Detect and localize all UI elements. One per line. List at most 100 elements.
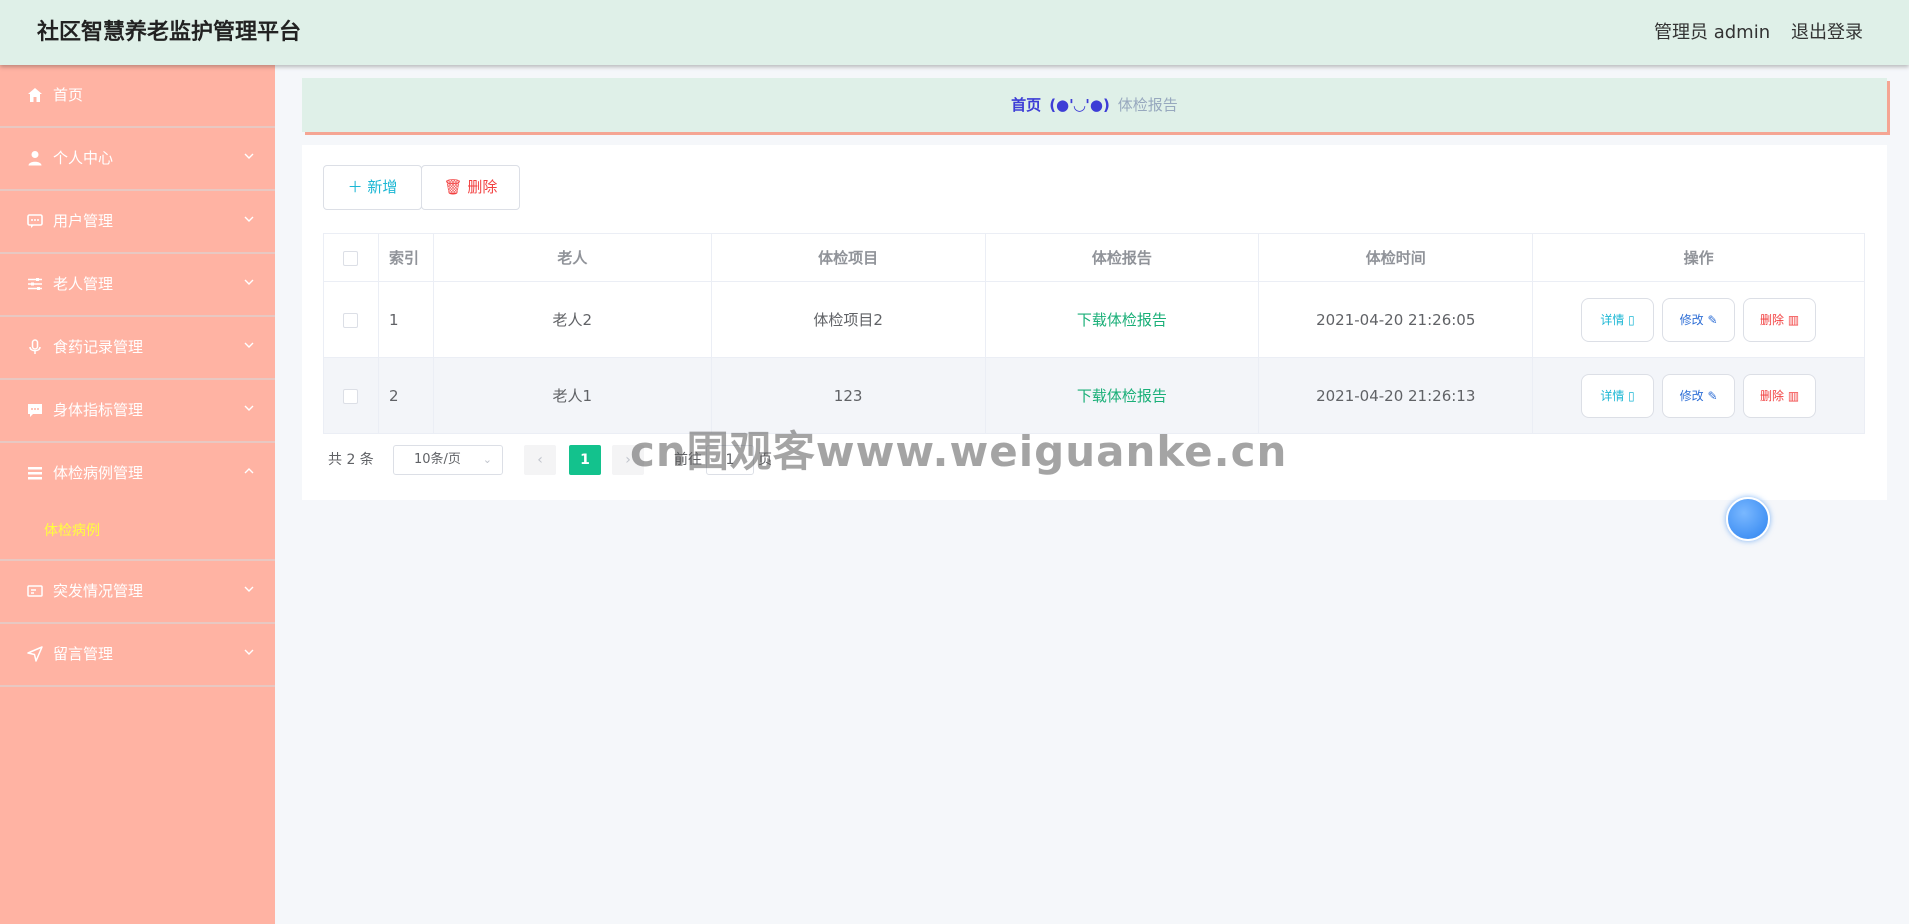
- breadcrumb-separator: (●'◡'●): [1049, 96, 1110, 114]
- page-size-select[interactable]: 10条/页 ⌄: [393, 445, 503, 475]
- cell-index: 1: [377, 281, 434, 358]
- trash-icon: ▥: [1787, 388, 1800, 403]
- pencil-icon: ✎: [1707, 312, 1718, 327]
- sidebar-item-label: 用户管理: [53, 212, 114, 230]
- exam-report-table: 索引 老人 体检项目 体检报告 体检时间 操作 1 老人2 体检项目2 下载体检…: [323, 233, 1865, 434]
- pagination-total: 共 2 条: [328, 452, 374, 468]
- sidebar-item-label: 个人中心: [53, 149, 114, 167]
- chevron-down-icon: [243, 402, 255, 414]
- top-header: 社区智慧养老监护管理平台 管理员 admin 退出登录: [0, 0, 1909, 65]
- table-header-row: 索引 老人 体检项目 体检报告 体检时间 操作: [323, 233, 1865, 282]
- download-report-link[interactable]: 下载体检报告: [1077, 387, 1167, 405]
- sidebar-item-body-index[interactable]: 身体指标管理: [0, 380, 275, 443]
- sidebar-item-label: 留言管理: [53, 645, 114, 663]
- page-size-value: 10条/页: [414, 452, 461, 467]
- admin-user-label: 管理员 admin: [1654, 22, 1771, 43]
- row-checkbox[interactable]: [343, 312, 359, 328]
- chevron-down-icon: [243, 339, 255, 351]
- chevron-down-icon: [243, 276, 255, 288]
- sliders-icon: [26, 275, 44, 293]
- detail-button-label: 详情: [1600, 312, 1625, 327]
- batch-delete-button[interactable]: 🗑 删除: [421, 165, 520, 210]
- table-row: 1 老人2 体检项目2 下载体检报告 2021-04-20 21:26:05 详…: [323, 281, 1865, 358]
- plus-icon: ＋: [347, 178, 363, 196]
- delete-button[interactable]: 删除 ▥: [1743, 373, 1817, 418]
- row-select-cell: [323, 281, 379, 358]
- chat-icon: [26, 212, 44, 230]
- chevron-down-icon: ⌄: [482, 453, 492, 466]
- sidebar-item-messages[interactable]: 留言管理: [0, 624, 275, 687]
- edit-button[interactable]: 修改 ✎: [1662, 297, 1736, 342]
- watermark-text: cn围观客www.weiguanke.cn: [630, 427, 1288, 476]
- sidebar-item-exam-case[interactable]: 体检病例管理 体检病例: [0, 443, 275, 561]
- column-header-elder: 老人: [432, 233, 712, 282]
- pencil-icon: ✎: [1707, 388, 1718, 403]
- trash-icon: 🗑: [443, 178, 463, 196]
- chevron-down-icon: [243, 150, 255, 162]
- mic-icon: [26, 338, 44, 356]
- chevron-up-icon: [243, 465, 255, 477]
- column-header-time: 体检时间: [1258, 233, 1534, 282]
- sidebar-item-user-management[interactable]: 用户管理: [0, 191, 275, 254]
- detail-button[interactable]: 详情 ▯: [1581, 373, 1655, 418]
- edit-button[interactable]: 修改 ✎: [1662, 373, 1736, 418]
- delete-button-label: 删除: [1759, 312, 1784, 327]
- cell-time: 2021-04-20 21:26:05: [1258, 281, 1534, 358]
- add-button-label: 新增: [367, 178, 398, 196]
- sidebar-item-label: 老人管理: [53, 275, 114, 293]
- sidebar-subitem-exam-case[interactable]: 体检病例: [44, 511, 100, 551]
- send-icon: [26, 645, 44, 663]
- column-header-actions: 操作: [1532, 233, 1865, 282]
- chevron-left-icon: ‹: [537, 452, 543, 468]
- document-icon: ▯: [1628, 388, 1635, 403]
- sidebar-item-label: 突发情况管理: [53, 582, 144, 600]
- breadcrumb-home-link[interactable]: 首页: [1011, 96, 1041, 114]
- column-header-index: 索引: [377, 233, 434, 282]
- chevron-down-icon: [243, 583, 255, 595]
- floating-action-button[interactable]: [1726, 497, 1770, 541]
- delete-button[interactable]: 删除 ▥: [1743, 297, 1817, 342]
- sidebar-item-food-medicine[interactable]: 食药记录管理: [0, 317, 275, 380]
- chevron-down-icon: [243, 646, 255, 658]
- trash-icon: ▥: [1787, 312, 1800, 327]
- sidebar-item-label: 首页: [53, 86, 84, 104]
- list-icon: [26, 464, 44, 482]
- row-select-cell: [323, 357, 379, 434]
- column-header-report: 体检报告: [984, 233, 1260, 282]
- cell-item: 体检项目2: [710, 281, 986, 358]
- message-icon: [26, 401, 44, 419]
- cell-elder: 老人2: [432, 281, 712, 358]
- detail-button-label: 详情: [1600, 388, 1625, 403]
- sidebar-item-label: 食药记录管理: [53, 338, 144, 356]
- row-checkbox[interactable]: [343, 388, 359, 404]
- sidebar-item-elder-management[interactable]: 老人管理: [0, 254, 275, 317]
- user-icon: [26, 149, 44, 167]
- add-button[interactable]: ＋ 新增: [323, 165, 422, 210]
- sidebar-item-home[interactable]: 首页: [0, 65, 275, 128]
- sidebar: 首页 个人中心 用户管理 老人管理 食药记录管理 身体指标管理 体检病例管理 体…: [0, 65, 275, 924]
- logout-link[interactable]: 退出登录: [1791, 0, 1863, 66]
- sidebar-item-personal-center[interactable]: 个人中心: [0, 128, 275, 191]
- home-icon: [26, 86, 44, 104]
- sidebar-item-label: 身体指标管理: [53, 401, 144, 419]
- prev-page-button[interactable]: ‹: [524, 445, 556, 475]
- select-all-checkbox[interactable]: [343, 250, 359, 266]
- breadcrumb: 首页 (●'◡'●) 体检报告: [302, 78, 1887, 132]
- download-report-link[interactable]: 下载体检报告: [1077, 311, 1167, 329]
- breadcrumb-current: 体检报告: [1117, 96, 1178, 114]
- document-icon: ▯: [1628, 312, 1635, 327]
- cell-time: 2021-04-20 21:26:13: [1258, 357, 1534, 434]
- select-all-cell: [323, 233, 379, 282]
- detail-button[interactable]: 详情 ▯: [1581, 297, 1655, 342]
- card-icon: [26, 582, 44, 600]
- sidebar-item-label: 体检病例管理: [53, 464, 144, 482]
- cell-actions: 详情 ▯ 修改 ✎ 删除 ▥: [1532, 357, 1865, 434]
- edit-button-label: 修改: [1679, 388, 1704, 403]
- delete-button-label: 删除: [1759, 388, 1784, 403]
- cell-index: 2: [377, 357, 434, 434]
- app-title: 社区智慧养老监护管理平台: [37, 20, 302, 45]
- column-header-item: 体检项目: [710, 233, 986, 282]
- page-number-button[interactable]: 1: [569, 445, 601, 475]
- sidebar-item-emergency[interactable]: 突发情况管理: [0, 561, 275, 624]
- cell-report: 下载体检报告: [984, 281, 1260, 358]
